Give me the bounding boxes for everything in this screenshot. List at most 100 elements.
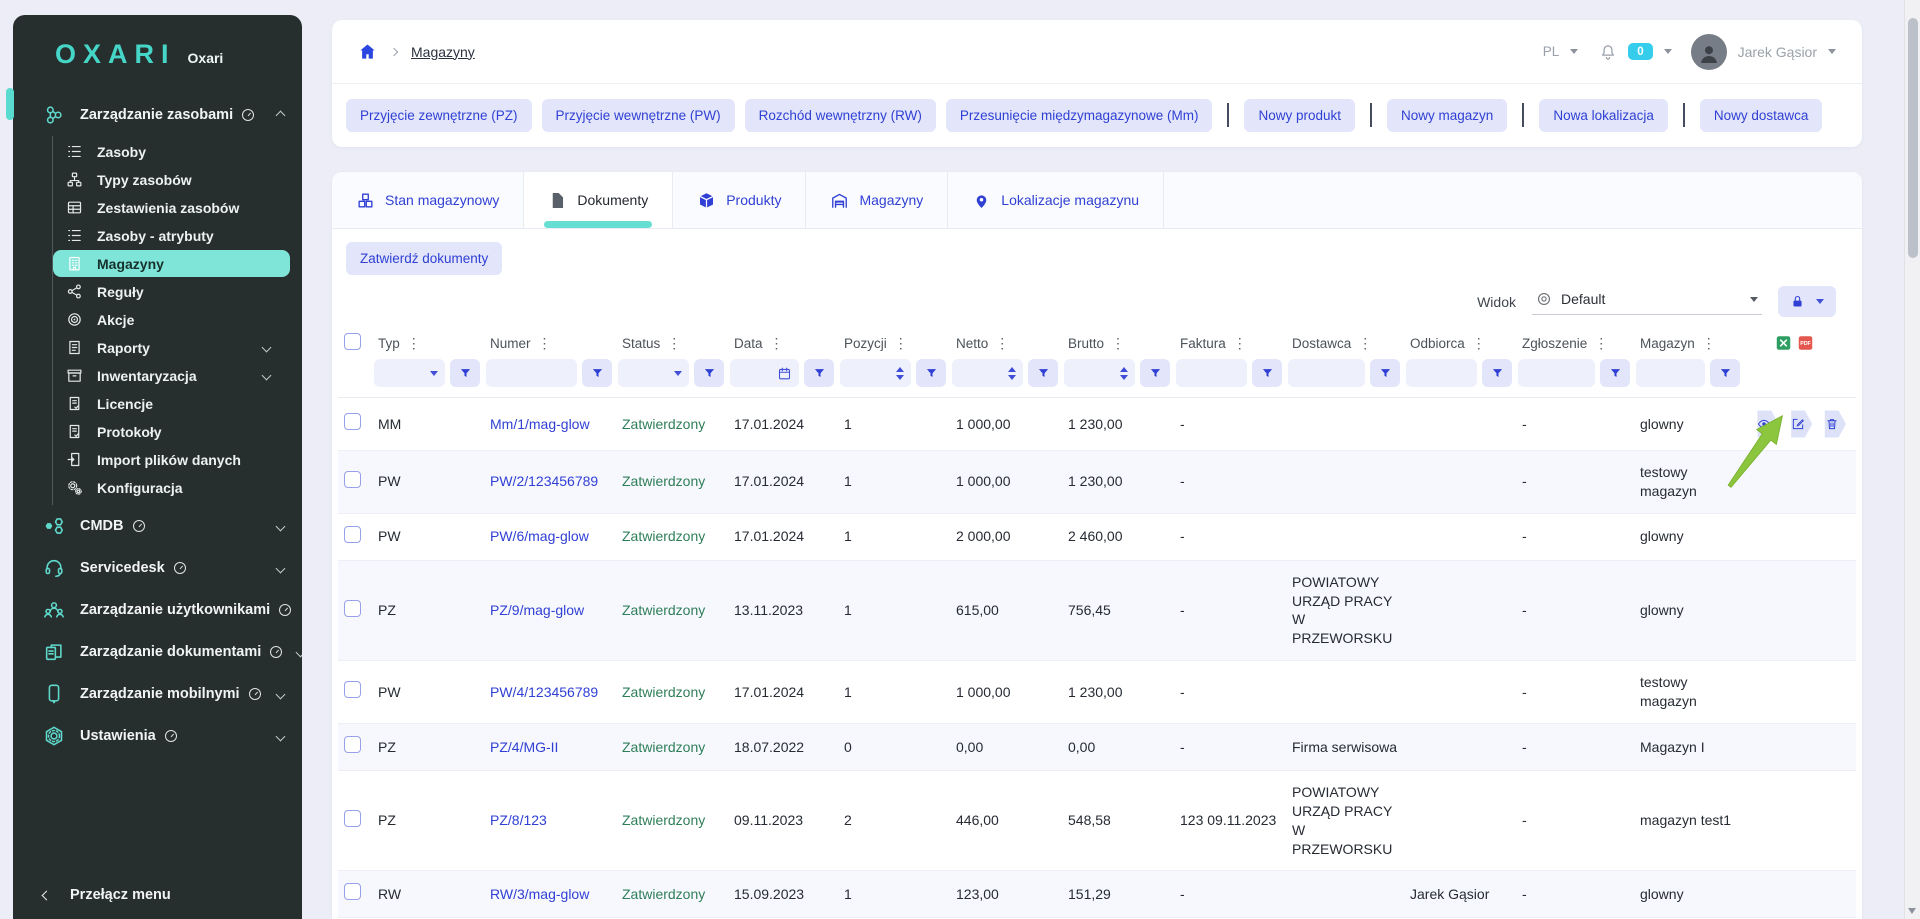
column-header-faktura[interactable]: Faktura — [1180, 336, 1226, 351]
filter-input-zgłoszenie[interactable] — [1518, 359, 1595, 387]
column-header-odbiorca[interactable]: Odbiorca — [1410, 336, 1465, 351]
column-header-status[interactable]: Status — [622, 336, 660, 351]
document-number-link[interactable]: Mm/1/mag-glow — [490, 416, 590, 432]
column-menu-icon[interactable]: ⋮ — [1111, 336, 1125, 350]
filter-input-netto[interactable] — [952, 359, 1023, 387]
preview-button[interactable] — [1750, 410, 1779, 438]
row-checkbox[interactable] — [344, 681, 361, 698]
column-menu-icon[interactable]: ⋮ — [1358, 336, 1372, 350]
sidebar-section-cmdb[interactable]: CMDB — [13, 505, 302, 547]
approve-documents-button[interactable]: Zatwierdź dokumenty — [346, 242, 502, 275]
filter-input-status[interactable] — [618, 359, 689, 387]
sidebar-item-zestawienia-zasobów[interactable]: Zestawienia zasobów — [53, 194, 290, 221]
column-header-data[interactable]: Data — [734, 336, 763, 351]
filter-button-status[interactable] — [694, 359, 724, 387]
sidebar-item-reguły[interactable]: Reguły — [53, 278, 290, 305]
sidebar-item-raporty[interactable]: Raporty — [53, 334, 290, 361]
column-menu-icon[interactable]: ⋮ — [538, 336, 552, 350]
column-header-dostawca[interactable]: Dostawca — [1292, 336, 1351, 351]
export-excel-icon[interactable] — [1775, 333, 1792, 353]
sidebar-section-servicedesk[interactable]: Servicedesk — [13, 547, 302, 589]
sidebar-item-konfiguracja[interactable]: Konfiguracja — [53, 474, 290, 501]
column-header-magazyn[interactable]: Magazyn — [1640, 336, 1695, 351]
document-number-link[interactable]: PW/4/123456789 — [490, 684, 598, 700]
filter-input-dostawca[interactable] — [1288, 359, 1365, 387]
document-number-link[interactable]: PZ/9/mag-glow — [490, 602, 584, 618]
scrollbar-thumb[interactable] — [1908, 18, 1918, 258]
row-checkbox[interactable] — [344, 736, 361, 753]
tab-magazyny[interactable]: Magazyny — [806, 172, 948, 228]
notifications-bell-icon[interactable] — [1599, 43, 1617, 61]
filter-input-odbiorca[interactable] — [1406, 359, 1477, 387]
filter-input-data[interactable] — [730, 359, 799, 387]
filter-input-pozycji[interactable] — [840, 359, 911, 387]
column-header-netto[interactable]: Netto — [956, 336, 988, 351]
number-stepper[interactable] — [896, 367, 904, 380]
document-number-link[interactable]: PZ/4/MG-II — [490, 739, 558, 755]
column-menu-icon[interactable]: ⋮ — [995, 336, 1009, 350]
tab-stan-magazynowy[interactable]: Stan magazynowy — [332, 172, 524, 228]
tab-lokalizacje-magazynu[interactable]: Lokalizacje magazynu — [948, 172, 1164, 228]
filter-button-numer[interactable] — [582, 359, 612, 387]
sidebar-item-licencje[interactable]: Licencje — [53, 390, 290, 417]
notification-count-badge[interactable]: 0 — [1628, 43, 1652, 60]
number-stepper[interactable] — [1008, 367, 1016, 380]
row-checkbox[interactable] — [344, 471, 361, 488]
action-button-przyjęcie-zewnętrzne-pz[interactable]: Przyjęcie zewnętrzne (PZ) — [346, 99, 532, 132]
sidebar-item-akcje[interactable]: Akcje — [53, 306, 290, 333]
chevron-down-icon[interactable] — [1828, 49, 1836, 54]
action-button-rozchód-wewnętrzny-rw[interactable]: Rozchód wewnętrzny (RW) — [745, 99, 936, 132]
filter-button-magazyn[interactable] — [1710, 359, 1740, 387]
sidebar-item-typy-zasobów[interactable]: Typy zasobów — [53, 166, 290, 193]
sidebar-section-ustawienia[interactable]: Ustawienia — [13, 715, 302, 757]
filter-input-brutto[interactable] — [1064, 359, 1135, 387]
sidebar-item-protokoły[interactable]: Protokoły — [53, 418, 290, 445]
filter-button-pozycji[interactable] — [916, 359, 946, 387]
lock-view-button[interactable] — [1778, 286, 1836, 317]
column-header-numer[interactable]: Numer — [490, 336, 531, 351]
column-menu-icon[interactable]: ⋮ — [1594, 336, 1608, 350]
action-button-przesunięcie-międzymagazynowe-mm[interactable]: Przesunięcie międzymagazynowe (Mm) — [946, 99, 1213, 132]
sidebar-section-zarządzanie-użytkownikami[interactable]: Zarządzanie użytkownikami — [13, 589, 302, 631]
select-all-checkbox[interactable] — [344, 333, 361, 350]
breadcrumb-link-magazyny[interactable]: Magazyny — [411, 44, 475, 60]
filter-button-typ[interactable] — [450, 359, 480, 387]
home-icon[interactable] — [358, 42, 377, 61]
edit-button[interactable] — [1784, 410, 1813, 438]
action-button-nowy-magazyn[interactable]: Nowy magazyn — [1387, 99, 1507, 132]
column-menu-icon[interactable]: ⋮ — [1472, 336, 1486, 350]
sidebar-item-zasoby[interactable]: Zasoby — [53, 138, 290, 165]
column-menu-icon[interactable]: ⋮ — [1702, 336, 1716, 350]
filter-button-zgłoszenie[interactable] — [1600, 359, 1630, 387]
filter-button-dostawca[interactable] — [1370, 359, 1400, 387]
filter-button-faktura[interactable] — [1252, 359, 1282, 387]
sidebar-section-zarządzanie-mobilnymi[interactable]: Zarządzanie mobilnymi — [13, 673, 302, 715]
menu-toggle-button[interactable]: Przełącz menu — [13, 873, 302, 919]
document-number-link[interactable]: PZ/8/123 — [490, 812, 547, 828]
column-menu-icon[interactable]: ⋮ — [770, 336, 784, 350]
column-header-typ[interactable]: Typ — [378, 336, 400, 351]
chevron-down-icon[interactable] — [1664, 49, 1672, 54]
action-button-nowy-dostawca[interactable]: Nowy dostawca — [1700, 99, 1823, 132]
row-checkbox[interactable] — [344, 883, 361, 900]
action-button-nowa-lokalizacja[interactable]: Nowa lokalizacja — [1539, 99, 1668, 132]
filter-button-brutto[interactable] — [1140, 359, 1170, 387]
sidebar-section-zarządzanie-dokumentami[interactable]: Zarządzanie dokumentami — [13, 631, 302, 673]
user-avatar[interactable] — [1691, 34, 1727, 70]
column-menu-icon[interactable]: ⋮ — [407, 336, 421, 350]
export-pdf-icon[interactable] — [1797, 333, 1814, 353]
action-button-nowy-produkt[interactable]: Nowy produkt — [1244, 99, 1355, 132]
chevron-down-icon[interactable] — [1570, 49, 1578, 54]
filter-button-netto[interactable] — [1028, 359, 1058, 387]
user-name[interactable]: Jarek Gąsior — [1738, 44, 1817, 60]
column-header-zgłoszenie[interactable]: Zgłoszenie — [1522, 336, 1587, 351]
document-number-link[interactable]: PW/2/123456789 — [490, 473, 598, 489]
filter-button-data[interactable] — [804, 359, 834, 387]
calendar-icon[interactable] — [777, 366, 792, 381]
column-header-pozycji[interactable]: Pozycji — [844, 336, 887, 351]
filter-input-numer[interactable] — [486, 359, 577, 387]
sidebar-item-inwentaryzacja[interactable]: Inwentaryzacja — [53, 362, 290, 389]
row-checkbox[interactable] — [344, 526, 361, 543]
sidebar-section-zarządzanie-zasobami[interactable]: Zarządzanie zasobami — [13, 94, 302, 136]
row-checkbox[interactable] — [344, 413, 361, 430]
